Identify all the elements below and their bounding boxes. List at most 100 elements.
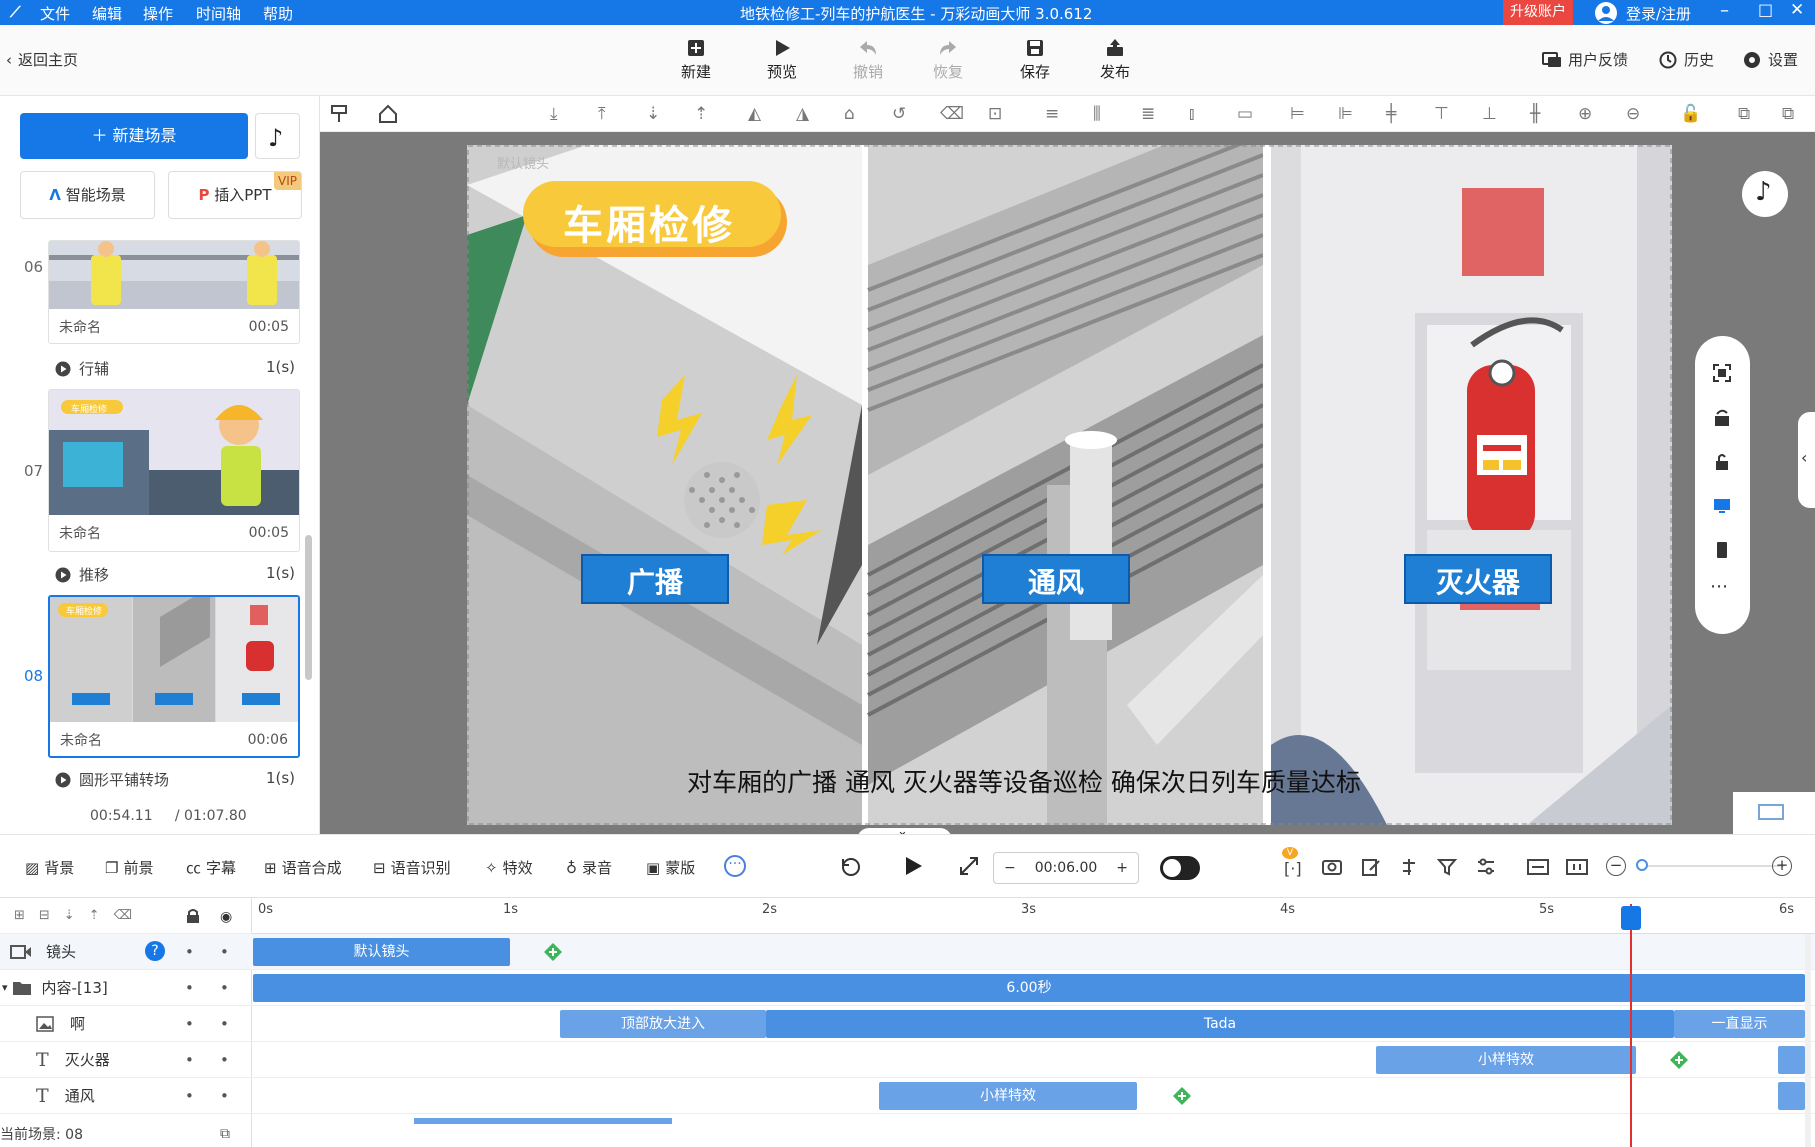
upgrade-button[interactable]: 升级账户 — [1503, 0, 1573, 25]
paste-icon[interactable]: ⧉ — [1782, 104, 1794, 124]
playhead-handle[interactable] — [1621, 906, 1641, 930]
delete-icon[interactable]: ⌫ — [940, 104, 964, 124]
fit-screen-icon[interactable] — [1712, 363, 1732, 383]
move-up-icon[interactable]: ⇡ — [694, 104, 708, 124]
time-increment-button[interactable]: + — [1116, 860, 1128, 876]
add-keyframe-icon[interactable] — [1670, 1051, 1688, 1069]
track-fire-extinguisher[interactable]: T 灭火器 • • — [0, 1042, 252, 1078]
group-icon[interactable]: ▭ — [1237, 104, 1253, 124]
a-enter-clip[interactable]: 顶部放大进入 — [560, 1010, 766, 1038]
a-tada-clip[interactable]: Tada — [766, 1010, 1674, 1038]
new-button[interactable]: 新建 — [666, 37, 726, 82]
zoom-in-icon[interactable]: ⊕ — [1578, 104, 1592, 124]
publish-button[interactable]: 发布 — [1085, 37, 1145, 82]
side-panel-toggle[interactable]: ‹ — [1798, 412, 1815, 508]
menu-edit[interactable]: 编辑 — [92, 3, 122, 24]
track-ventilation[interactable]: T 通风 • • — [0, 1078, 252, 1114]
speech-recognition-tool[interactable]: ⊟ 语音识别 — [373, 857, 451, 878]
screen-mode-icon[interactable] — [1712, 496, 1732, 516]
scene-thumbnail-07[interactable]: 车厢检修 未命名 00:05 — [48, 389, 300, 552]
close-icon[interactable]: ✕ — [1790, 0, 1804, 20]
format-painter-icon[interactable] — [330, 104, 350, 124]
content-clip[interactable]: 6.00秒 — [253, 974, 1805, 1002]
track-content[interactable]: ▾ 内容-[13] • • — [0, 970, 252, 1006]
subtitle-text[interactable]: 对车厢的广播 通风 灭火器等设备巡检 确保次日列车质量达标 — [687, 763, 1361, 799]
edit-icon[interactable] — [1361, 857, 1381, 877]
replay-icon[interactable] — [840, 855, 862, 877]
more-icon[interactable]: ⋯ — [1710, 576, 1729, 597]
track-tool-icons[interactable]: ⊞⊟⇣⇡⌫ — [14, 908, 146, 923]
distribute-h-icon[interactable]: ╪ — [1386, 104, 1396, 124]
save-button[interactable]: 保存 — [1005, 37, 1065, 82]
minimap-toggle[interactable] — [1733, 792, 1815, 834]
label-broadcast[interactable]: 广播 — [582, 561, 728, 601]
background-music-button[interactable]: ♪ — [255, 113, 300, 159]
align-center-icon[interactable]: ⫼ — [1093, 104, 1101, 124]
unlock-icon[interactable]: 🔓 — [1680, 104, 1701, 124]
unlock-icon[interactable] — [1712, 452, 1732, 472]
redo-button[interactable]: 恢复 — [918, 37, 978, 82]
label-ventilation[interactable]: 通风 — [983, 561, 1129, 601]
rotate-icon[interactable] — [1712, 408, 1732, 428]
canvas-music-button[interactable]: ♪ — [1742, 171, 1788, 217]
record-tool[interactable]: ♁ 录音 — [566, 857, 612, 878]
split-icon[interactable] — [1399, 857, 1419, 877]
align-bottom-icon[interactable]: ⤓ — [550, 104, 558, 124]
next-track-clip[interactable] — [414, 1118, 672, 1124]
menu-timeline[interactable]: 时间轴 — [196, 3, 241, 24]
eye-icon[interactable]: ◉ — [220, 909, 232, 925]
align-left-icon[interactable]: ≡ — [1045, 104, 1059, 124]
align-top-icon[interactable]: ⤒ — [598, 104, 606, 124]
fullscreen-icon[interactable] — [958, 855, 980, 877]
distribute-v-icon[interactable]: ╫ — [1530, 104, 1540, 124]
scene-thumbnail-06[interactable]: 未命名 00:05 — [48, 240, 300, 344]
camera-keyframe-icon[interactable]: [·] — [1284, 859, 1302, 878]
lock-icon[interactable] — [186, 908, 200, 924]
current-time-value[interactable]: 00:06.00 — [1035, 860, 1098, 876]
align-v-icon[interactable]: ⊫ — [1338, 104, 1353, 124]
align-h-icon[interactable]: ⊨ — [1290, 104, 1305, 124]
menu-help[interactable]: 帮助 — [263, 3, 293, 24]
add-keyframe-icon[interactable] — [1173, 1087, 1191, 1105]
help-icon[interactable]: ? — [145, 941, 165, 961]
vent-end-clip[interactable] — [1778, 1082, 1805, 1110]
tts-tool[interactable]: ⊞ 语音合成 — [264, 857, 342, 878]
current-time-field[interactable]: − 00:06.00 + — [993, 852, 1139, 884]
play-icon[interactable] — [902, 855, 924, 877]
preview-button[interactable]: 预览 — [752, 37, 812, 82]
zoom-slider[interactable] — [1638, 865, 1784, 867]
timeline-scrollbar[interactable] — [1805, 934, 1811, 1147]
foreground-tool[interactable]: ❐ 前景 — [105, 857, 153, 878]
minimize-icon[interactable]: – — [1720, 0, 1729, 21]
settings-button[interactable]: 设置 — [1742, 49, 1798, 70]
history-button[interactable]: 历史 — [1658, 49, 1714, 70]
track-a[interactable]: 啊 • • — [0, 1006, 252, 1042]
more-tools-icon[interactable]: ··· — [724, 855, 746, 877]
menu-operate[interactable]: 操作 — [143, 3, 173, 24]
adjust-icon[interactable] — [1476, 857, 1496, 877]
zoom-in-icon[interactable]: + — [1772, 856, 1792, 876]
top-icon[interactable]: ⊤ — [1434, 104, 1449, 124]
home-icon[interactable] — [378, 104, 398, 124]
camera-clip[interactable]: 默认镜头 — [253, 938, 510, 966]
undo-button[interactable]: 撤销 — [838, 37, 898, 82]
scene-transition-06[interactable]: 行辅 1(s) — [55, 358, 295, 379]
distribute-icon[interactable]: ⫾ — [1189, 104, 1194, 124]
subtitle-tool[interactable]: ㏄字幕 — [186, 857, 236, 878]
banner-title[interactable]: 车厢检修 — [563, 193, 735, 251]
scene-transition-07[interactable]: 推移 1(s) — [55, 564, 295, 585]
back-home-button[interactable]: ‹ 返回主页 — [6, 49, 78, 70]
maximize-icon[interactable]: □ — [1758, 0, 1773, 19]
align-right-icon[interactable]: ≣ — [1141, 104, 1155, 124]
scene-list-scrollbar[interactable] — [305, 535, 312, 680]
smart-scene-button[interactable]: Λ 智能场景 — [20, 171, 155, 219]
expand-icon[interactable]: ▾ — [2, 981, 8, 994]
add-keyframe-icon[interactable] — [544, 943, 562, 961]
time-ruler[interactable]: 0s 1s 2s 3s 4s 5s 6s — [252, 898, 1815, 934]
new-scene-button[interactable]: ＋ 新建场景 — [20, 113, 248, 159]
move-down-icon[interactable]: ⇣ — [646, 104, 660, 124]
bottom-icon[interactable]: ⊥ — [1482, 104, 1497, 124]
feedback-button[interactable]: 用户反馈 — [1542, 49, 1628, 70]
filter-icon[interactable] — [1437, 857, 1457, 877]
insert-ppt-button[interactable]: P 插入PPT VIP — [168, 171, 302, 219]
